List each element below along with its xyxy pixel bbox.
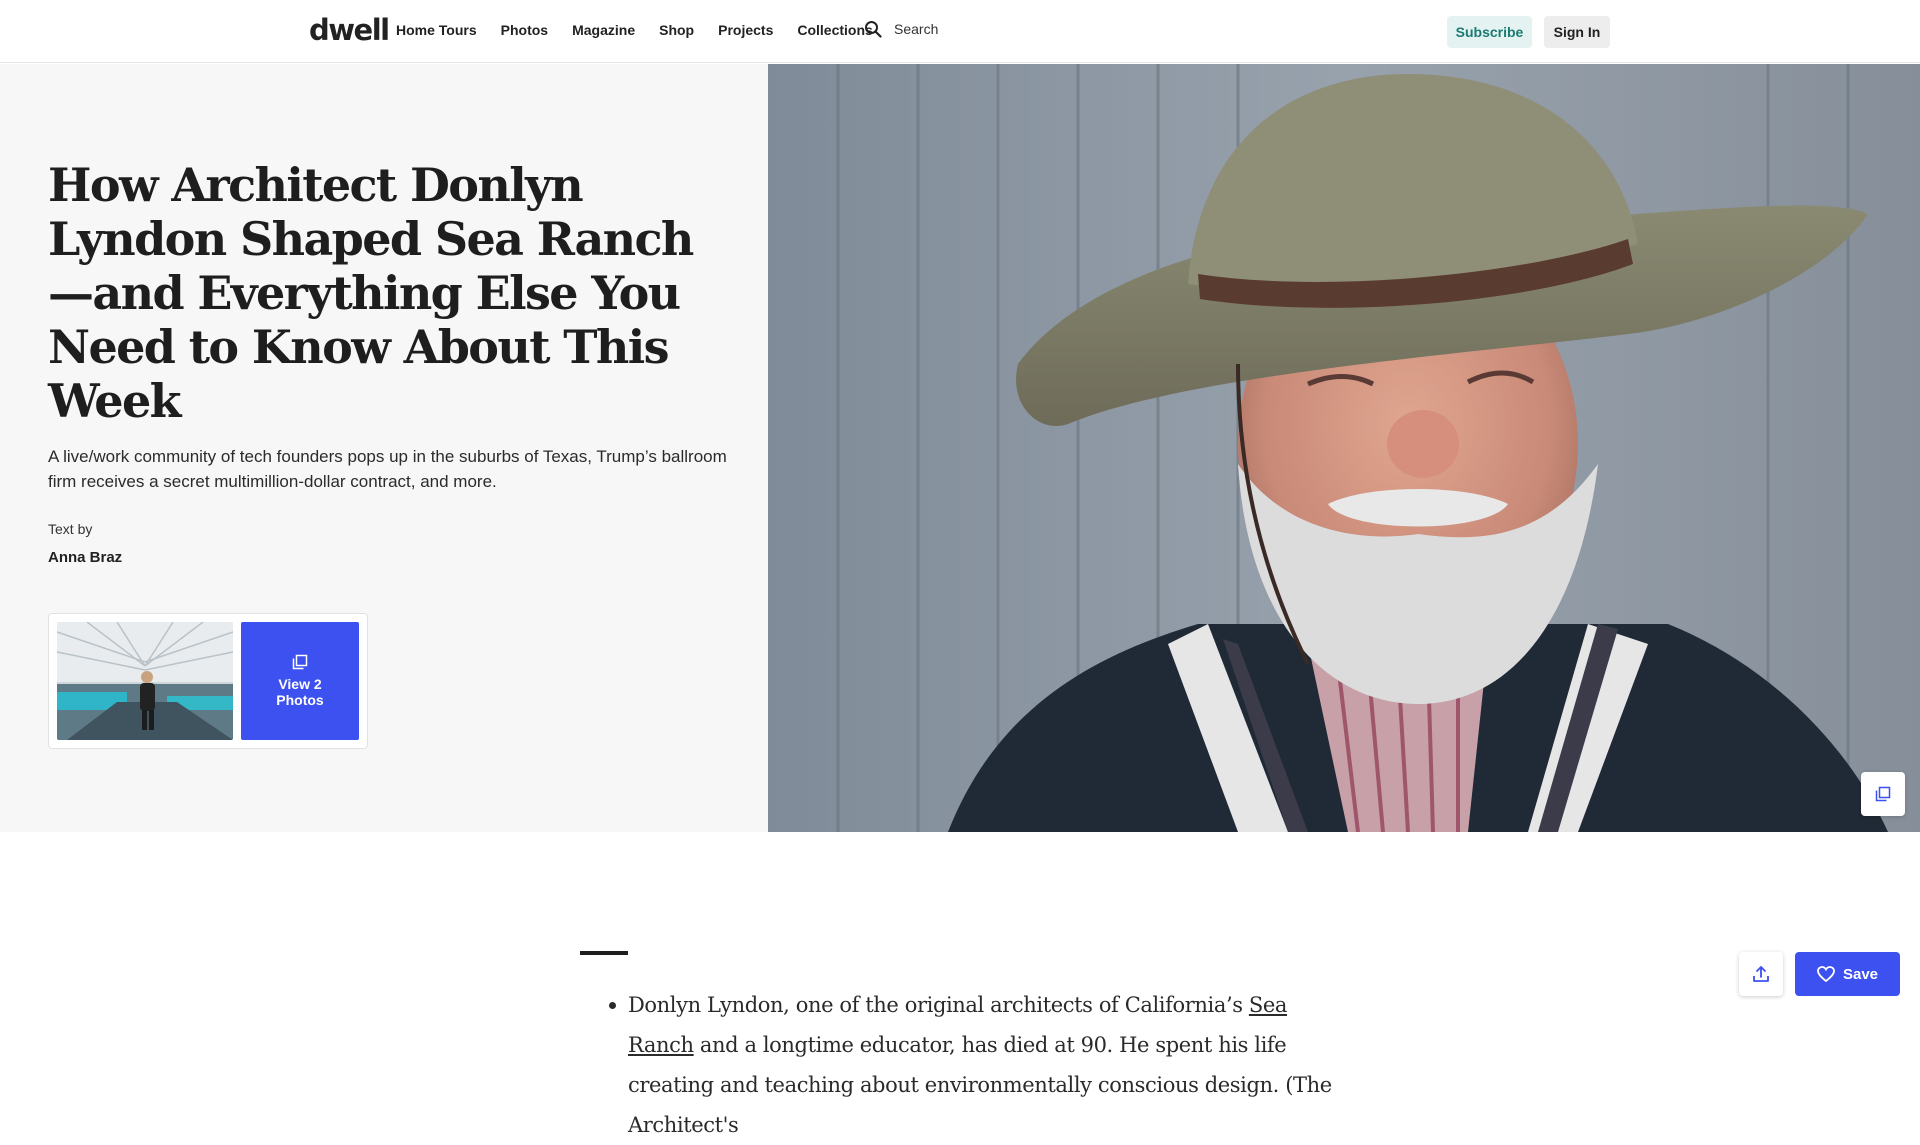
- view-photos-button[interactable]: View 2 Photos: [241, 622, 359, 740]
- save-label: Save: [1842, 965, 1879, 983]
- hero-photo-image: [768, 64, 1920, 832]
- view-photos-label: View 2 Photos: [276, 676, 324, 708]
- article-headline: How Architect Donlyn Lyndon Shaped Sea R…: [48, 158, 694, 428]
- heart-icon: [1817, 966, 1835, 982]
- body-text-after-link: and a longtime educator, has died at 90.…: [628, 1033, 1332, 1137]
- main-nav-links: Home Tours Photos Magazine Shop Projects…: [396, 22, 897, 38]
- article-body-list: Donlyn Lyndon, one of the original archi…: [609, 985, 1343, 1145]
- gallery-thumbnail[interactable]: [57, 622, 233, 740]
- gallery-thumbnail-image: [57, 622, 233, 740]
- copy-icon: [1875, 786, 1891, 802]
- nav-link-photos[interactable]: Photos: [501, 22, 548, 38]
- nav-link-collections[interactable]: Collections: [797, 22, 872, 38]
- byline-label: Text by: [48, 521, 93, 537]
- nav-link-magazine[interactable]: Magazine: [572, 22, 635, 38]
- section-divider: [580, 951, 628, 955]
- share-button[interactable]: [1739, 952, 1783, 996]
- sign-in-button[interactable]: Sign In: [1544, 16, 1610, 48]
- hero-photo[interactable]: [768, 64, 1920, 832]
- photo-gallery-icon-button[interactable]: [1861, 772, 1905, 816]
- nav-link-home-tours[interactable]: Home Tours: [396, 22, 477, 38]
- hero-text-panel: How Architect Donlyn Lyndon Shaped Sea R…: [0, 64, 768, 832]
- photo-gallery-card: View 2 Photos: [48, 613, 368, 749]
- article-body-list-item: Donlyn Lyndon, one of the original archi…: [628, 985, 1343, 1145]
- search-icon: [865, 21, 882, 38]
- share-icon: [1753, 966, 1769, 982]
- article-dek: A live/work community of tech founders p…: [48, 447, 727, 491]
- byline-author[interactable]: Anna Braz: [48, 549, 122, 566]
- top-navigation: dwell Home Tours Photos Magazine Shop Pr…: [0, 0, 1920, 63]
- subscribe-button[interactable]: Subscribe: [1447, 16, 1532, 48]
- nav-link-shop[interactable]: Shop: [659, 22, 694, 38]
- search-placeholder: Search: [894, 21, 939, 37]
- dwell-logo[interactable]: dwell: [309, 13, 390, 47]
- search-field[interactable]: Search: [864, 20, 938, 38]
- list-bullet: [609, 1002, 616, 1009]
- nav-link-projects[interactable]: Projects: [718, 22, 773, 38]
- copy-icon: [292, 654, 308, 670]
- body-text-before-link: Donlyn Lyndon, one of the original archi…: [628, 993, 1249, 1017]
- save-button[interactable]: Save: [1795, 952, 1900, 996]
